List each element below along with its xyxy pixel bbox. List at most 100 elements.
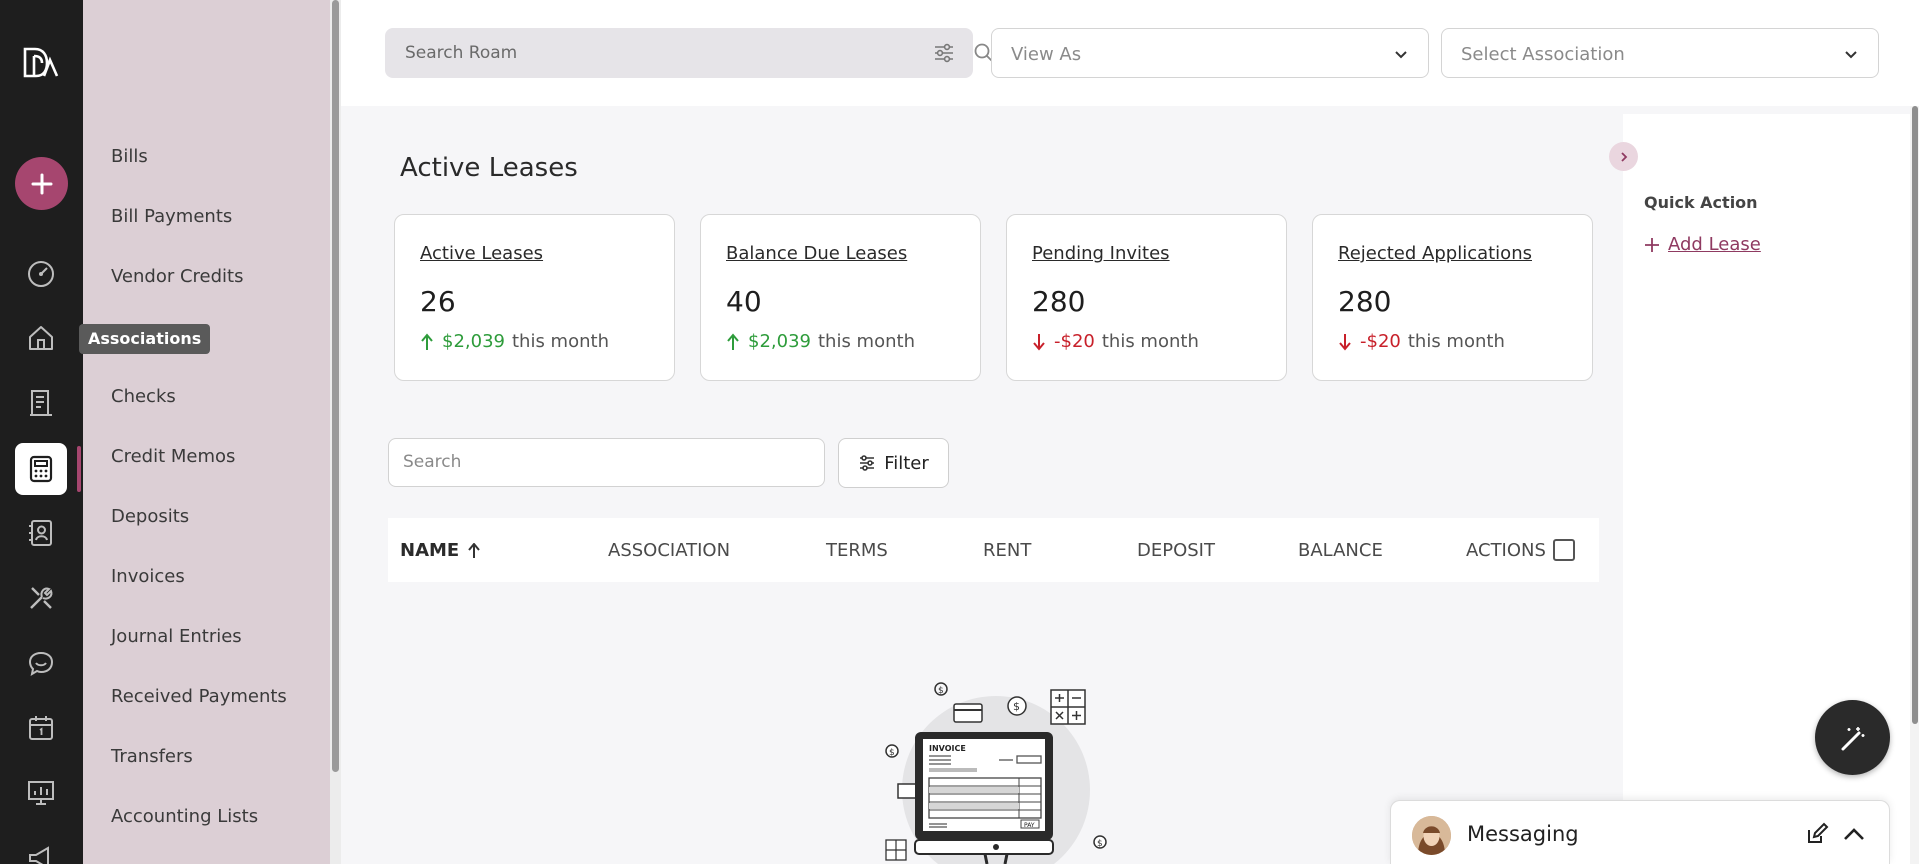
- rail-associations[interactable]: [15, 312, 67, 364]
- global-search-input[interactable]: Search Roam: [385, 28, 994, 78]
- stat-card-title[interactable]: Rejected Applications: [1338, 243, 1532, 264]
- quick-action-title: Quick Action: [1644, 193, 1758, 212]
- column-header-actions: ACTIONS: [1466, 540, 1546, 561]
- column-header-terms[interactable]: TERMS: [826, 540, 888, 561]
- stat-card-value: 280: [1338, 285, 1392, 318]
- svg-text:$: $: [1097, 839, 1103, 849]
- messaging-dock[interactable]: Messaging: [1390, 800, 1890, 864]
- view-as-label: View As: [1011, 44, 1082, 65]
- lease-search-input[interactable]: [403, 452, 803, 472]
- stat-card-balance-due-leases[interactable]: Balance Due Leases 40 $2,039 this month: [700, 214, 981, 381]
- select-all-checkbox[interactable]: [1553, 539, 1575, 561]
- rail-calendar[interactable]: [15, 702, 67, 754]
- subnav-item-vendor-credits[interactable]: Vendor Credits: [111, 266, 243, 287]
- column-header-name[interactable]: NAME: [400, 540, 481, 561]
- icon-rail: [0, 0, 83, 864]
- svg-text:$: $: [1013, 700, 1020, 713]
- tools-icon: [30, 587, 53, 609]
- stat-card-title[interactable]: Balance Due Leases: [726, 243, 907, 264]
- illustration-invoice-label: INVOICE: [929, 744, 966, 753]
- subnav-item-transfers[interactable]: Transfers: [111, 746, 193, 767]
- compose-edit-icon[interactable]: [1805, 822, 1829, 846]
- add-new-button[interactable]: [15, 157, 68, 210]
- stat-card-rejected-applications[interactable]: Rejected Applications 280 -$20 this mont…: [1312, 214, 1593, 381]
- stat-card-active-leases[interactable]: Active Leases 26 $2,039 this month: [394, 214, 675, 381]
- rail-contacts[interactable]: [15, 507, 67, 559]
- subnav-item-bills[interactable]: Bills: [111, 146, 148, 167]
- subnav-item-invoices[interactable]: Invoices: [111, 566, 185, 587]
- avatar: [1412, 816, 1451, 855]
- rail-maintenance[interactable]: [15, 572, 67, 624]
- rail-leasing[interactable]: [15, 377, 67, 429]
- plus-icon: [1645, 237, 1659, 252]
- add-lease-label: Add Lease: [1668, 234, 1761, 255]
- arrow-down-icon: [1339, 333, 1351, 351]
- chevron-up-icon[interactable]: [1842, 823, 1866, 845]
- rail-dashboard[interactable]: [15, 248, 67, 300]
- stat-card-title[interactable]: Active Leases: [420, 243, 543, 264]
- subnav-item-journal-entries[interactable]: Journal Entries: [111, 626, 242, 647]
- table-header: NAME ASSOCIATION TERMS RENT DEPOSIT BALA…: [388, 518, 1599, 582]
- column-name-label: NAME: [400, 540, 460, 561]
- chevron-right-icon: [1620, 151, 1627, 162]
- magic-wand-button[interactable]: [1815, 700, 1890, 775]
- chevron-down-icon: [1395, 51, 1407, 59]
- filter-button[interactable]: Filter: [838, 438, 949, 488]
- chat-bubble-icon: [28, 651, 54, 677]
- stat-card-amount: -$20: [1054, 331, 1095, 352]
- app-logo-icon[interactable]: [22, 46, 60, 80]
- svg-text:$: $: [938, 686, 944, 696]
- rail-reports[interactable]: [15, 767, 67, 819]
- arrow-up-icon: [727, 332, 739, 350]
- svg-text:$: $: [889, 748, 895, 758]
- stat-card-period: this month: [817, 331, 915, 352]
- rail-accounting[interactable]: [15, 443, 67, 495]
- illustration-pay-label: PAY: [1024, 822, 1035, 829]
- select-association-label: Select Association: [1461, 44, 1625, 65]
- top-bar: Search Roam View As Select Association: [341, 0, 1919, 106]
- add-lease-link[interactable]: Add Lease: [1644, 234, 1761, 255]
- stat-card-value: 40: [726, 285, 762, 318]
- stat-card-trend: -$20 this month: [1338, 331, 1505, 352]
- collapse-panel-button[interactable]: [1609, 142, 1638, 171]
- subnav-scrollbar-thumb[interactable]: [332, 0, 339, 772]
- stat-card-trend: $2,039 this month: [420, 331, 609, 352]
- sliders-icon[interactable]: [933, 42, 955, 64]
- column-header-deposit[interactable]: DEPOSIT: [1137, 540, 1215, 561]
- stat-card-value: 26: [420, 285, 456, 318]
- chevron-down-icon: [1845, 51, 1857, 59]
- subnav-item-deposits[interactable]: Deposits: [111, 506, 189, 527]
- subnav-item-checks[interactable]: Checks: [111, 386, 176, 407]
- subnav-item-credit-memos[interactable]: Credit Memos: [111, 446, 235, 467]
- subnav-item-accounting-lists[interactable]: Accounting Lists: [111, 806, 258, 827]
- column-header-rent[interactable]: RENT: [983, 540, 1031, 561]
- plus-icon: [31, 173, 52, 194]
- column-header-association[interactable]: ASSOCIATION: [608, 540, 730, 561]
- main-scrollbar-thumb[interactable]: [1912, 106, 1918, 724]
- active-indicator: [77, 446, 81, 492]
- calendar-icon: [29, 716, 53, 740]
- accounting-subnav: Bills Bill Payments Vendor Credits Check…: [83, 0, 341, 864]
- arrow-up-icon: [421, 332, 433, 350]
- calculator-icon: [29, 455, 53, 483]
- empty-invoice-illustration: $ $ $ INVOICE PAY $: [885, 682, 1107, 864]
- rail-announcements[interactable]: [15, 832, 67, 864]
- stat-card-title[interactable]: Pending Invites: [1032, 243, 1170, 264]
- stat-card-period: this month: [511, 331, 609, 352]
- sort-arrow-up-icon: [468, 542, 480, 558]
- lease-search-field[interactable]: [388, 438, 825, 487]
- page-title: Active Leases: [400, 153, 578, 183]
- view-as-select[interactable]: View As: [991, 28, 1429, 78]
- associations-tooltip: Associations: [79, 324, 211, 354]
- stat-card-amount: -$20: [1360, 331, 1401, 352]
- stat-card-pending-invites[interactable]: Pending Invites 280 -$20 this month: [1006, 214, 1287, 381]
- column-header-balance[interactable]: BALANCE: [1298, 540, 1383, 561]
- home-icon: [29, 326, 53, 350]
- stat-card-amount: $2,039: [748, 331, 811, 352]
- rail-messages[interactable]: [15, 637, 67, 689]
- filter-label: Filter: [884, 452, 929, 474]
- subnav-item-received-payments[interactable]: Received Payments: [111, 686, 287, 707]
- select-association-select[interactable]: Select Association: [1441, 28, 1879, 78]
- subnav-item-bill-payments[interactable]: Bill Payments: [111, 206, 232, 227]
- user-photo-icon: [1412, 816, 1451, 855]
